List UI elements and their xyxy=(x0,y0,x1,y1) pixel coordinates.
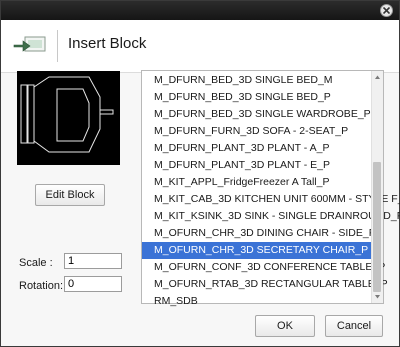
block-list[interactable]: RM_SDB M_OFURN_RTAB_3D RECTANGULAR TABLE_… xyxy=(141,70,400,307)
close-button[interactable] xyxy=(380,4,393,17)
list-item[interactable]: M_DFURN_BED_3D SINGLE WARDROBE_P xyxy=(142,106,372,123)
edit-block-button[interactable]: Edit Block xyxy=(35,184,105,206)
list-item[interactable]: M_OFURN_CHR_3D DINING CHAIR - SIDE_P xyxy=(142,225,376,242)
cancel-button[interactable]: Cancel xyxy=(325,315,383,337)
close-icon xyxy=(383,7,390,14)
header-separator xyxy=(57,30,58,62)
list-scrollbar[interactable] xyxy=(371,71,383,303)
scale-label: Scale : xyxy=(19,257,53,269)
list-item[interactable]: M_OFURN_CONF_3D CONFERENCE TABLE_P xyxy=(142,259,385,276)
list-item[interactable]: M_KIT_CAB_3D KITCHEN UNIT 600MM - STYLE … xyxy=(142,191,400,208)
list-item[interactable]: M_DFURN_BED_3D SINGLE BED_P xyxy=(142,89,372,106)
ok-button[interactable]: OK xyxy=(255,315,315,337)
list-item[interactable]: M_DFURN_PLANT_3D PLANT - E_P xyxy=(142,157,372,174)
scrollbar-thumb[interactable] xyxy=(373,162,381,292)
insert-block-dialog: Insert Block Edit Block Scale : Rotation… xyxy=(0,0,400,347)
title-bar xyxy=(1,1,399,20)
block-preview xyxy=(17,71,120,165)
dialog-header: Insert Block xyxy=(1,20,399,73)
block-preview-thumbnail xyxy=(20,76,114,153)
rotation-label: Rotation: xyxy=(19,280,64,292)
rotation-input[interactable] xyxy=(64,276,122,292)
scroll-up-arrow-icon[interactable] xyxy=(374,74,381,81)
list-item[interactable]: M_OFURN_RTAB_3D RECTANGULAR TABLE_P xyxy=(142,276,388,293)
list-item[interactable]: M_KIT_KSINK_3D SINK - SINGLE DRAINROUND_… xyxy=(142,208,400,225)
scroll-down-arrow-icon[interactable] xyxy=(374,293,381,300)
scale-input[interactable] xyxy=(64,253,122,269)
list-item[interactable]: M_DFURN_PLANT_3D PLANT - A_P xyxy=(142,140,372,157)
insert-block-icon xyxy=(13,36,46,52)
list-item[interactable]: M_DFURN_BED_3D SINGLE BED_M xyxy=(142,72,372,89)
list-item[interactable]: M_KIT_APPL_FridgeFreezer A Tall_P xyxy=(142,174,372,191)
dialog-title: Insert Block xyxy=(68,35,147,52)
list-item[interactable]: RM_SDB xyxy=(142,293,372,310)
list-item[interactable]: M_DFURN_FURN_3D SOFA - 2-SEAT_P xyxy=(142,123,372,140)
list-item[interactable]: M_OFURN_CHR_3D SECRETARY CHAIR_P xyxy=(142,242,372,259)
